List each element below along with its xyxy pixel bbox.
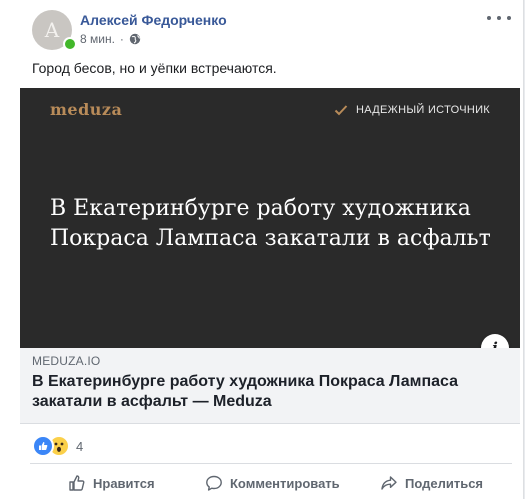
thumbs-up-icon	[69, 475, 85, 491]
globe-icon[interactable]	[129, 33, 141, 45]
online-status-dot	[63, 37, 77, 51]
share-icon	[381, 476, 397, 490]
post-meta: 8 мин. ·	[80, 32, 141, 46]
trusted-source-badge: НАДЕЖНЫЙ ИСТОЧНИК	[334, 104, 490, 116]
like-label: Нравится	[93, 475, 155, 491]
author-name[interactable]: Алексей Федорченко	[80, 12, 227, 28]
share-label: Поделиться	[405, 475, 484, 491]
link-preview-image[interactable]: meduza НАДЕЖНЫЙ ИСТОЧНИК В Екатеринбурге…	[20, 88, 520, 348]
post-text: Город бесов, но и уёпки встречаются.	[32, 60, 277, 76]
banner-headline: В Екатеринбурге работу художника Покраса…	[50, 196, 491, 251]
like-icon	[32, 435, 54, 457]
comment-button[interactable]: Комментировать	[205, 474, 340, 492]
comment-label: Комментировать	[230, 475, 340, 491]
post-timestamp[interactable]: 8 мин.	[80, 32, 115, 46]
comment-icon	[206, 475, 222, 491]
meta-separator: ·	[119, 32, 124, 46]
action-divider	[30, 463, 512, 464]
feed-post: A Алексей Федорченко 8 мин. · Город бесо…	[0, 0, 524, 499]
publisher-logo: meduza	[50, 100, 123, 119]
more-options-icon[interactable]	[487, 10, 511, 26]
link-title[interactable]: В Екатеринбурге работу художника Покраса…	[32, 372, 502, 412]
reactions-count: 4	[76, 438, 84, 454]
like-button[interactable]: Нравится	[68, 474, 155, 492]
link-domain: MEDUZA.IO	[32, 354, 101, 368]
share-button[interactable]: Поделиться	[380, 474, 483, 492]
reactions-summary[interactable]: 4	[32, 435, 83, 457]
checkmark-icon	[334, 105, 348, 116]
link-info[interactable]: MEDUZA.IO В Екатеринбурге работу художни…	[20, 348, 520, 424]
trusted-source-label: НАДЕЖНЫЙ ИСТОЧНИК	[356, 104, 490, 116]
